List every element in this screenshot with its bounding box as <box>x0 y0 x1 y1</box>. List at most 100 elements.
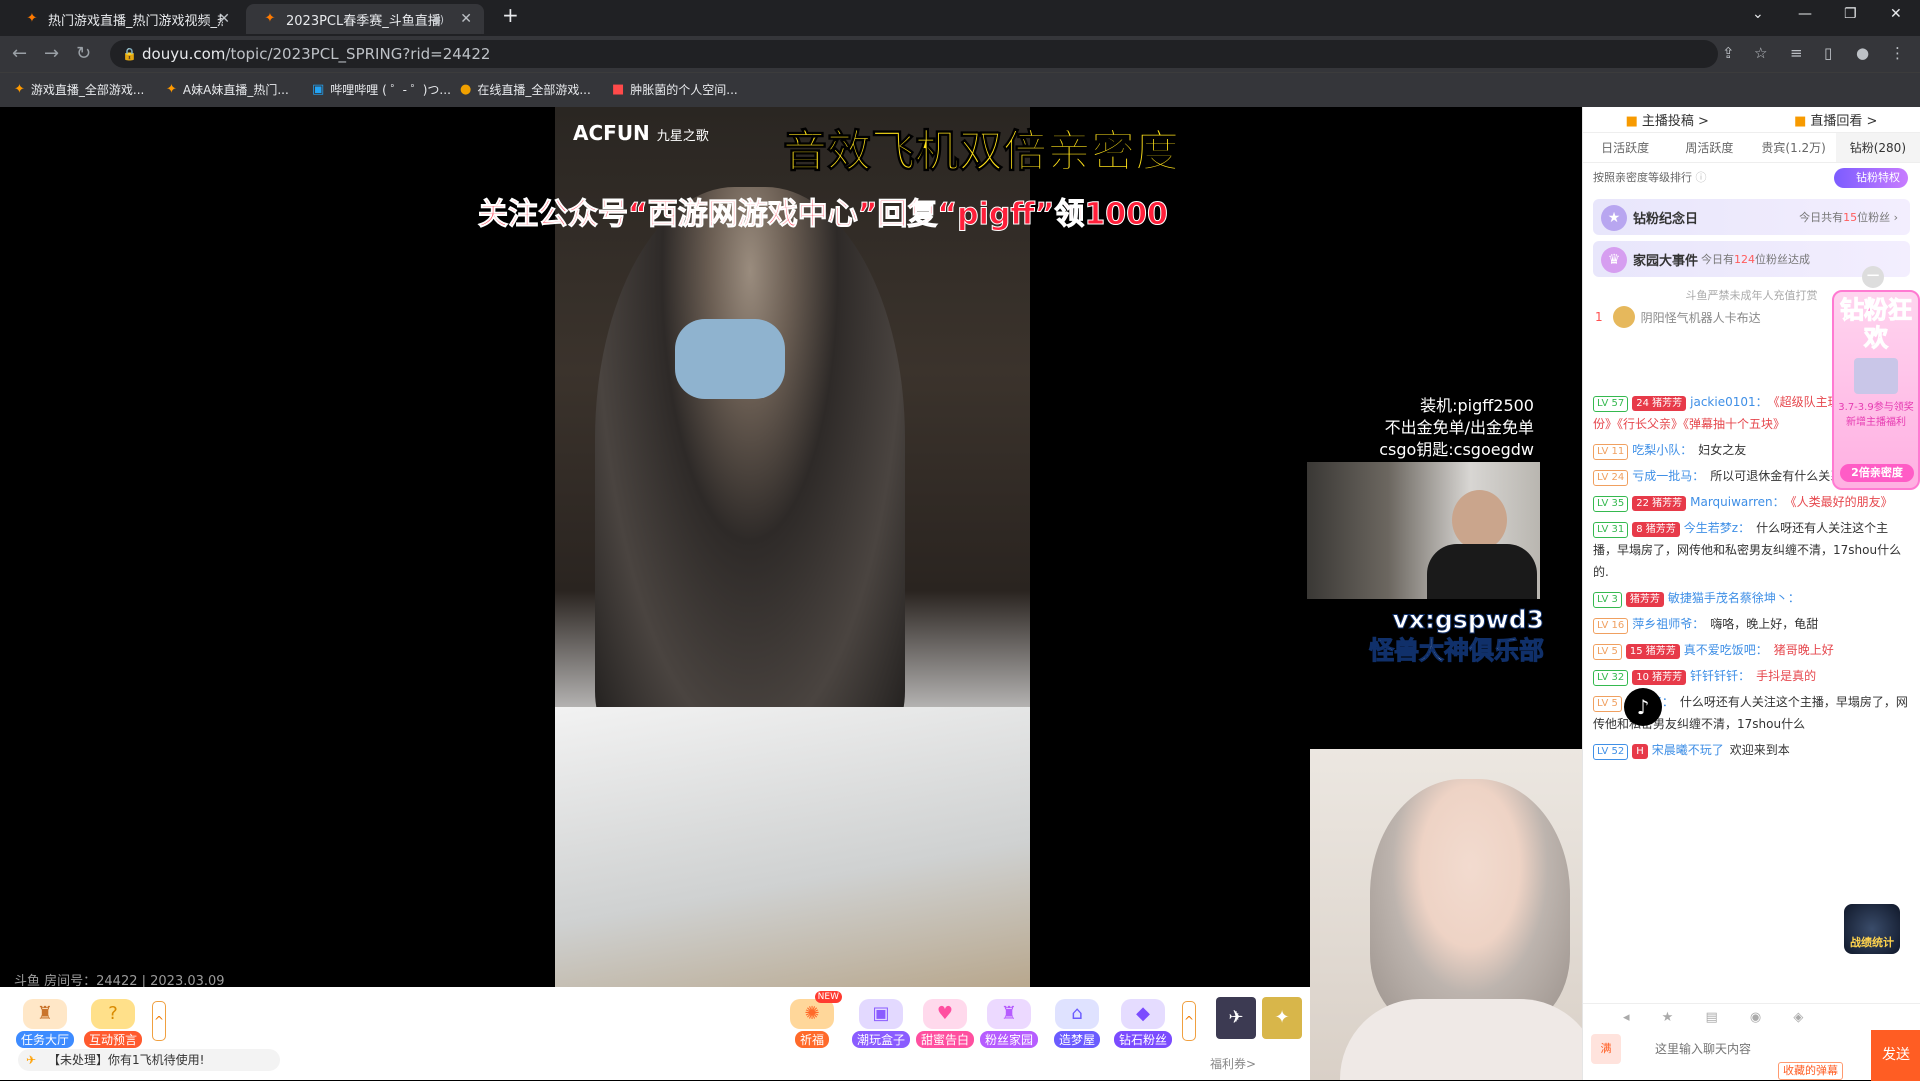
chat-nickname[interactable]: Marquiwarren： <box>1690 495 1785 509</box>
address-bar[interactable]: 🔒 douyu.com/topic/2023PCL_SPRING?rid=244… <box>110 40 1718 68</box>
streamer-camera <box>1310 749 1620 1080</box>
chat-message[interactable]: LV 32 10 猪芳芳 钎钎钎钎： 手抖是真的 <box>1593 665 1911 687</box>
level-badge: LV 5 <box>1593 696 1622 712</box>
fan-badge: 猪芳芳 <box>1625 592 1664 607</box>
audio-icon[interactable]: ◀) <box>431 13 444 26</box>
prediction-button[interactable]: ? 互动预言 <box>84 999 142 1048</box>
tab-title: 热门游戏直播_热门游戏视频_热门 <box>48 13 223 29</box>
webcam-overlay <box>1307 462 1540 599</box>
diamond-anniversary-card[interactable]: ★ 钻粉纪念日 今日共有15位粉丝 › <box>1593 199 1910 235</box>
chat-message[interactable]: LV 16 萍乡祖师爷： 嗨咯，晚上好，龟甜 <box>1593 613 1911 635</box>
chat-message[interactable]: LV 5 15 猪芳芳 真不爱吃饭吧： 猪哥晚上好 <box>1593 639 1911 661</box>
tab-hot-games[interactable]: ✦ 热门游戏直播_热门游戏视频_热门 ✕ <box>8 4 242 34</box>
chat-message[interactable]: LV 31 8 猪芳芳 今生若梦z： 什么呀还有人关注这个主播，早塌房了，网传他和私密… <box>1593 517 1911 583</box>
douyu-favicon-icon: ✦ <box>264 11 276 26</box>
battle-stats-button[interactable]: 战绩统计 <box>1844 904 1900 954</box>
chat-nickname[interactable]: 亏成一批马： <box>1632 469 1704 483</box>
bookmark-star-icon[interactable]: ☆ <box>1754 44 1767 62</box>
chat-message[interactable]: LV 3 猪芳芳 敏捷猫手茂名蔡徐坤丶： <box>1593 587 1911 609</box>
diamond-fans-button[interactable]: ◆ 钻石粉丝 <box>1114 999 1172 1048</box>
sweet-confession-button[interactable]: ♥ 甜蜜告白 <box>916 999 974 1048</box>
chat-text: 手抖是真的 <box>1756 669 1817 683</box>
diamond-privilege-button[interactable]: 钻粉特权 <box>1834 168 1908 188</box>
fan-home-button[interactable]: ♜ 粉丝家园 <box>980 999 1038 1048</box>
replay-link[interactable]: ■ 直播回看 > <box>1794 110 1877 129</box>
url-path: /topic/2023PCL_SPRING?rid=24422 <box>225 45 491 63</box>
reload-icon[interactable]: ↻ <box>76 43 91 64</box>
tab-diamond-fans[interactable]: 钻粉(280) <box>1835 133 1920 162</box>
chat-nickname[interactable]: 吃梨小队： <box>1632 443 1692 457</box>
gift-plane-icon[interactable]: ✈ <box>1216 997 1256 1039</box>
anchor-submissions-link[interactable]: ■ 主播投稿 > <box>1626 110 1709 129</box>
fan-badge: 10 猪芳芳 <box>1632 670 1687 685</box>
back-icon[interactable]: ← <box>12 43 27 64</box>
restore-icon[interactable]: ❐ <box>1844 6 1857 22</box>
toy-box-button[interactable]: ▣ 潮玩盒子 <box>852 999 910 1048</box>
chat-nickname[interactable]: 萍乡祖师爷： <box>1632 617 1704 631</box>
video-headline: 音效飞机双倍亲密度 <box>783 126 1180 178</box>
tiktok-icon[interactable]: ♪ <box>1624 688 1662 726</box>
tab-search-icon[interactable]: ⌄ <box>1752 6 1764 22</box>
tab-weekly-activity[interactable]: 周活跃度 <box>1667 133 1751 162</box>
dream-house-button[interactable]: ⌂ 造梦屋 <box>1048 999 1106 1048</box>
bookmarks-bar: ✦ 游戏直播_全部游戏... ✦ A妹A妹直播_热门... ▣ 哔哩哔哩 ( ゜- ゜… <box>0 72 1920 107</box>
task-hall-button[interactable]: ♜ 任务大厅 <box>16 999 74 1048</box>
sidebar-top-links: ■ 主播投稿 > ■ 直播回看 > <box>1583 107 1920 133</box>
close-window-icon[interactable]: ✕ <box>1890 6 1902 22</box>
tab-daily-activity[interactable]: 日活跃度 <box>1583 133 1667 162</box>
profile-icon[interactable]: ● <box>1856 44 1869 62</box>
face-mask <box>675 319 785 399</box>
fan-badge: 15 猪芳芳 <box>1625 644 1680 659</box>
room-info: 斗鱼 房间号：24422 | 2023.03.09 <box>14 974 225 987</box>
close-tab-icon[interactable]: ✕ <box>460 11 472 27</box>
diamond-carnival-promo[interactable]: 钻粉狂欢 3.7-3.9参与领奖 新增主播福利 2倍亲密度 <box>1832 290 1920 490</box>
douyu-icon: ✦ <box>166 82 177 97</box>
expand-up-icon[interactable]: ^ <box>1182 1001 1196 1041</box>
lock-icon: 🔒 <box>122 47 137 61</box>
saved-barrage-button[interactable]: 收藏的弹幕 <box>1778 1062 1843 1080</box>
expand-up-icon[interactable]: ^ <box>152 1001 166 1041</box>
castle-icon: ♜ <box>23 999 67 1029</box>
medal-icon: ★ <box>1601 205 1627 231</box>
menu-icon[interactable]: ⋮ <box>1890 44 1905 62</box>
chat-nickname[interactable]: 敏捷猫手茂名蔡徐坤丶： <box>1668 591 1800 605</box>
side-panel-icon[interactable]: ▯ <box>1824 44 1832 62</box>
close-tab-icon[interactable]: ✕ <box>218 11 230 27</box>
pray-button[interactable]: ✺ NEW 祈福 <box>783 991 842 1048</box>
level-badge: LV 5 <box>1593 644 1622 660</box>
level-badge: LV 3 <box>1593 592 1622 608</box>
chat-text: 《人类最好的朋友》 <box>1790 495 1893 509</box>
bookmark-item[interactable]: ✦ 游戏直播_全部游戏... <box>14 81 144 98</box>
reading-list-icon[interactable]: ≡ <box>1790 44 1803 62</box>
chat-message[interactable]: LV 52 H 宋晨曦不玩了 欢迎来到本 <box>1593 739 1911 761</box>
bookmark-item[interactable]: ■ 肿胀菌的个人空间... <box>612 81 738 98</box>
chat-nickname[interactable]: 钎钎钎钎： <box>1690 669 1750 683</box>
chat-nickname[interactable]: 真不爱吃饭吧： <box>1684 643 1768 657</box>
chat-nickname[interactable]: jackie0101： <box>1690 395 1768 409</box>
tab-pcl-spring[interactable]: ✦ 2023PCL春季赛_斗鱼直播 ◀) ✕ <box>246 4 484 34</box>
fan-badge: 22 猪芳芳 <box>1632 496 1687 511</box>
collapse-icon[interactable]: − <box>1862 266 1884 288</box>
help-icon: ⓘ <box>1695 171 1707 184</box>
chat-nickname[interactable]: 今生若梦z： <box>1684 521 1750 535</box>
minimize-icon[interactable]: — <box>1798 6 1812 22</box>
level-badge: LV 31 <box>1593 522 1629 538</box>
fan-badge-icon[interactable]: 满 <box>1591 1034 1621 1064</box>
new-tab-button[interactable]: + <box>502 3 519 27</box>
forward-icon[interactable]: → <box>44 43 59 64</box>
bookmark-item[interactable]: ▣ 哔哩哔哩 ( ゜- ゜)つ... <box>312 81 451 98</box>
level-badge: LV 24 <box>1593 470 1629 486</box>
chat-message[interactable]: LV 35 22 猪芳芳 Marquiwarren： 《人类最好的朋友》 <box>1593 491 1911 513</box>
share-icon[interactable]: ⇪ <box>1722 44 1735 62</box>
browser-chrome: ✦ 热门游戏直播_热门游戏视频_热门 ✕ ✦ 2023PCL春季赛_斗鱼直播 ◀… <box>0 0 1920 107</box>
gift-weapon-icon[interactable]: ✦ <box>1262 997 1302 1039</box>
fan-badge: H <box>1632 744 1648 759</box>
tab-vip[interactable]: 贵宾(1.2万) <box>1752 133 1836 162</box>
chat-tool-icons[interactable]: ◂ ★ ▤ ◉ ◈ <box>1623 1010 1817 1025</box>
bookmark-item[interactable]: ✦ A妹A妹直播_热门... <box>166 81 289 98</box>
chat-nickname[interactable]: 宋晨曦不玩了 <box>1652 743 1724 757</box>
send-button[interactable]: 发送 <box>1871 1030 1920 1081</box>
bookmark-item[interactable]: ● 在线直播_全部游戏... <box>460 81 591 98</box>
coupon-link[interactable]: 福利券> <box>1210 1055 1256 1072</box>
pending-notice[interactable]: ✈ 【未处理】你有1飞机待使用! <box>18 1049 280 1071</box>
